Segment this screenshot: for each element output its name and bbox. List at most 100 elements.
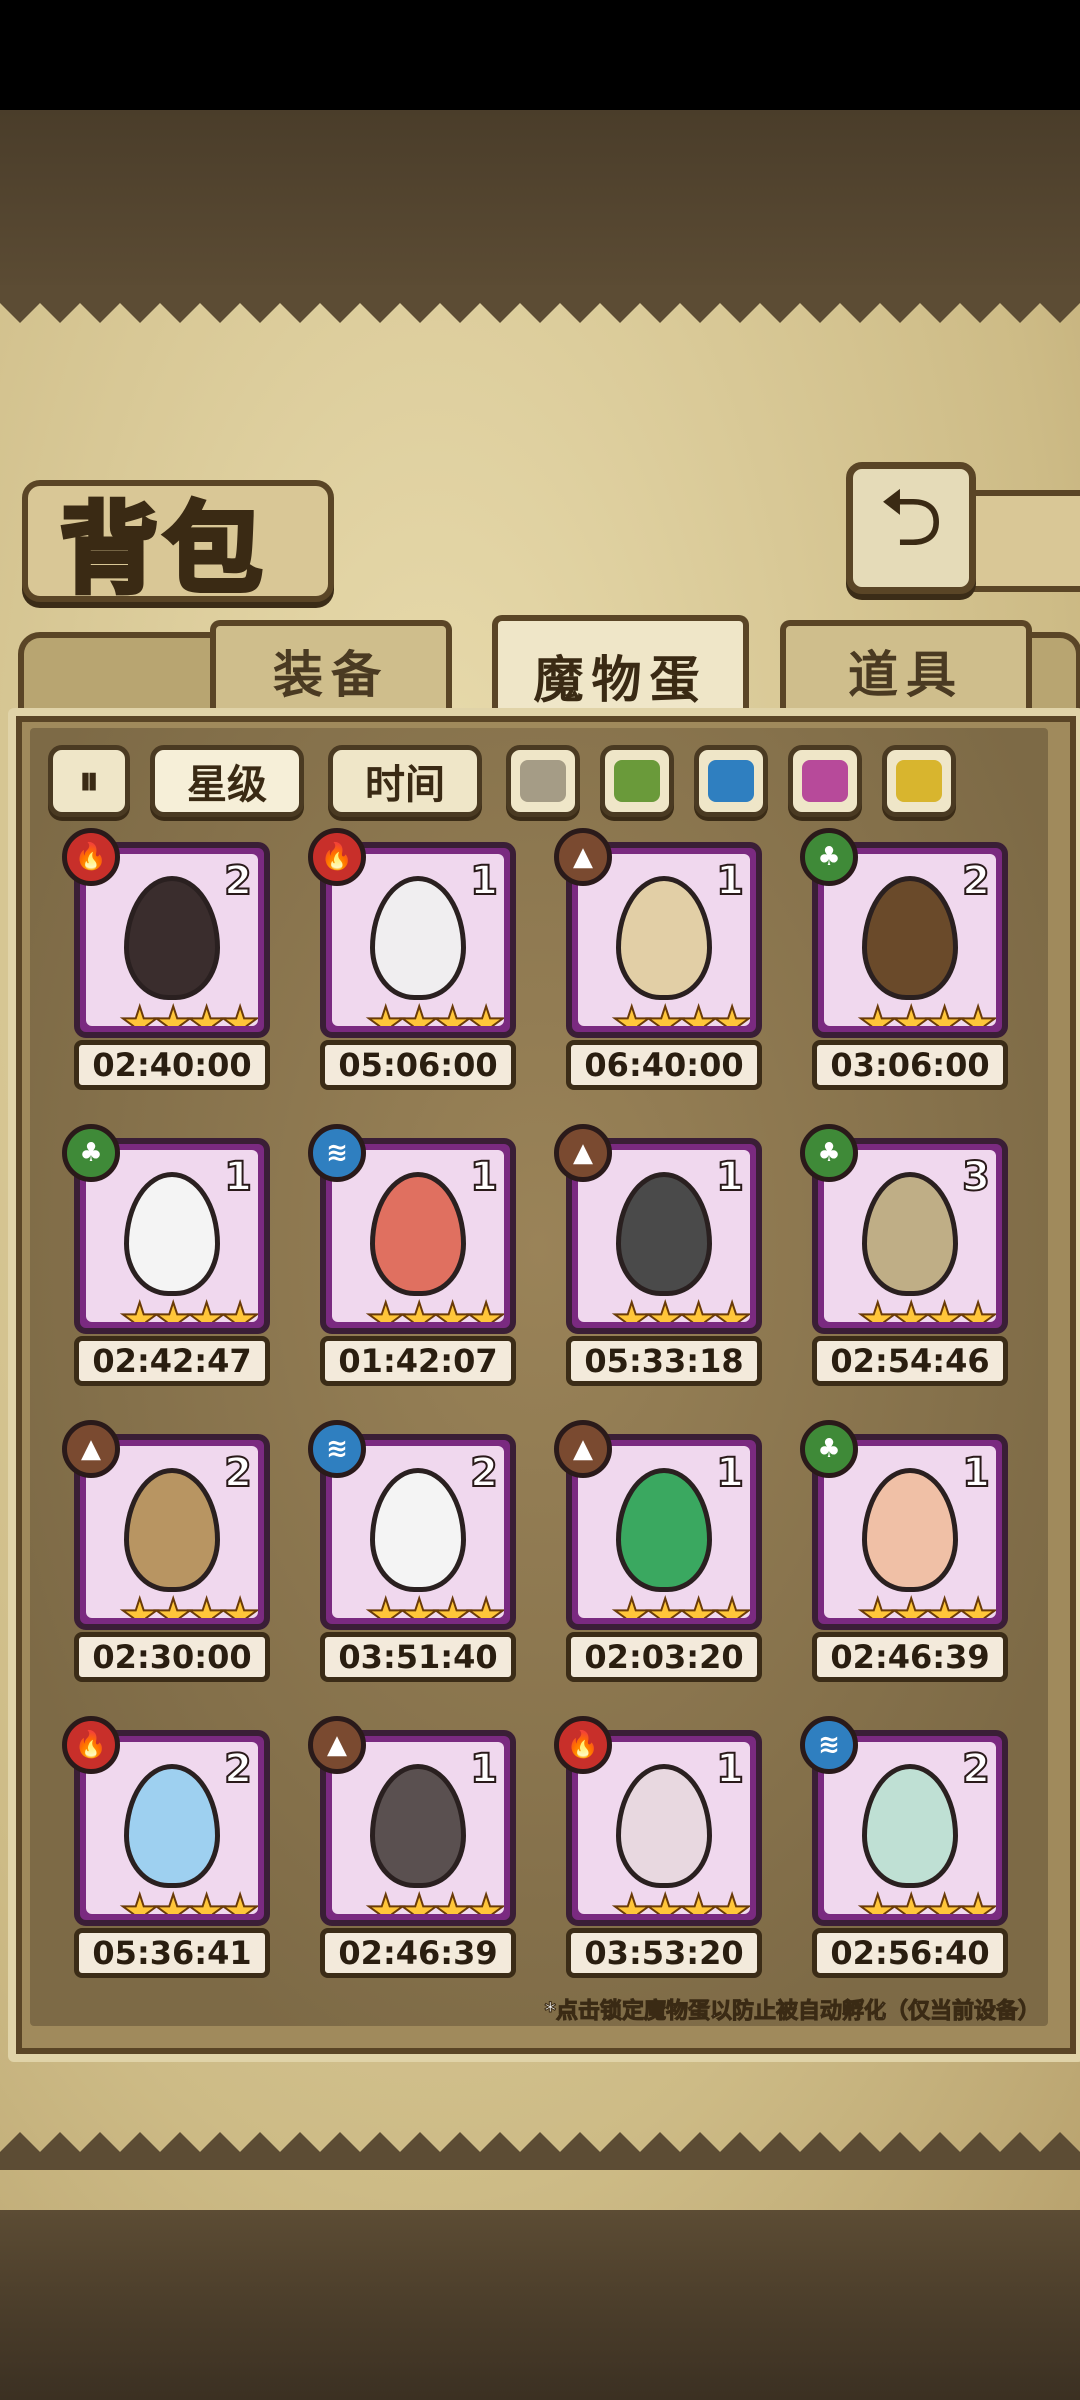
hatch-timer: 06:40:00 <box>566 1040 762 1090</box>
status-bar-area <box>0 0 1080 110</box>
star-rating: ★★★★ <box>365 997 504 1026</box>
hatch-timer: 02:40:00 <box>74 1040 270 1090</box>
egg-card[interactable]: 2 ★★★★ 🔥 05:36:41 <box>62 1716 296 1990</box>
monster-egg-icon <box>862 1172 958 1296</box>
hatch-timer: 05:33:18 <box>566 1336 762 1386</box>
egg-count: 1 <box>469 1745 499 1793</box>
sort-order-toggle-button[interactable]: ⏸ <box>48 745 130 817</box>
egg-count: 2 <box>223 1745 253 1793</box>
earth-element-icon: ▲ <box>554 1420 612 1478</box>
star-rating: ★★★★ <box>119 1293 258 1322</box>
fire-element-icon: 🔥 <box>308 828 366 886</box>
egg-card[interactable]: 2 ★★★★ ▲ 02:30:00 <box>62 1420 296 1694</box>
egg-frame-inner: 1 ★★★★ <box>578 1446 750 1618</box>
star-rating: ★★★★ <box>611 1293 750 1322</box>
star-rating: ★★★★ <box>857 1293 996 1322</box>
hatch-timer: 03:06:00 <box>812 1040 1008 1090</box>
filter-purple-button[interactable] <box>788 745 862 817</box>
wood-element-icon: ♣ <box>800 1420 858 1478</box>
egg-count: 2 <box>961 1745 991 1793</box>
egg-count: 1 <box>715 1153 745 1201</box>
egg-frame-inner: 1 ★★★★ <box>332 854 504 1026</box>
tab-bar-left-rail <box>18 632 230 718</box>
egg-count: 2 <box>223 1449 253 1497</box>
monster-egg-icon <box>862 1468 958 1592</box>
egg-count: 1 <box>469 1153 499 1201</box>
egg-card[interactable]: 1 ★★★★ 🔥 05:06:00 <box>308 828 542 1102</box>
star-rating: ★★★★ <box>611 997 750 1026</box>
egg-frame-inner: 2 ★★★★ <box>86 1742 258 1914</box>
earth-element-icon: ▲ <box>554 1124 612 1182</box>
star-rating: ★★★★ <box>119 1589 258 1618</box>
egg-frame-inner: 2 ★★★★ <box>86 1446 258 1618</box>
egg-card[interactable]: 1 ★★★★ ≋ 01:42:07 <box>308 1124 542 1398</box>
monster-egg-icon <box>862 876 958 1000</box>
water-element-icon: ≋ <box>308 1124 366 1182</box>
egg-count: 1 <box>715 857 745 905</box>
egg-card[interactable]: 1 ★★★★ 🔥 03:53:20 <box>554 1716 788 1990</box>
hatch-timer: 02:56:40 <box>812 1928 1008 1978</box>
egg-card[interactable]: 1 ★★★★ ▲ 02:46:39 <box>308 1716 542 1990</box>
star-rating: ★★★★ <box>611 1589 750 1618</box>
egg-card[interactable]: 1 ★★★★ ▲ 02:03:20 <box>554 1420 788 1694</box>
egg-count: 2 <box>469 1449 499 1497</box>
filter-gold-button[interactable] <box>882 745 956 817</box>
monster-egg-icon <box>862 1764 958 1888</box>
lock-hint-note: *点击锁定魔物蛋以防止被自动孵化（仅当前设备） <box>544 1999 1041 2025</box>
element-glyph: 🔥 <box>74 1730 108 1760</box>
hatch-timer: 02:03:20 <box>566 1632 762 1682</box>
egg-count: 1 <box>223 1153 253 1201</box>
egg-frame-inner: 1 ★★★★ <box>578 1150 750 1322</box>
element-glyph: ▲ <box>573 1434 593 1464</box>
fire-element-icon: 🔥 <box>62 828 120 886</box>
green-swatch <box>614 760 660 802</box>
hatch-timer: 02:46:39 <box>812 1632 1008 1682</box>
monster-egg-icon <box>370 1764 466 1888</box>
egg-card[interactable]: 3 ★★★★ ♣ 02:54:46 <box>800 1124 1034 1398</box>
egg-card[interactable]: 1 ★★★★ ▲ 06:40:00 <box>554 828 788 1102</box>
egg-card[interactable]: 1 ★★★★ ♣ 02:42:47 <box>62 1124 296 1398</box>
filter-green-button[interactable] <box>600 745 674 817</box>
egg-card[interactable]: 1 ★★★★ ♣ 02:46:39 <box>800 1420 1034 1694</box>
monster-egg-icon <box>124 1764 220 1888</box>
egg-card[interactable]: 1 ★★★★ ▲ 05:33:18 <box>554 1124 788 1398</box>
hatch-timer: 05:06:00 <box>320 1040 516 1090</box>
egg-card[interactable]: 2 ★★★★ ≋ 03:51:40 <box>308 1420 542 1694</box>
sort-by-time-button[interactable]: 时间 <box>328 745 482 817</box>
element-glyph: ♣ <box>79 1138 103 1168</box>
element-glyph: ▲ <box>81 1434 101 1464</box>
egg-card[interactable]: 2 ★★★★ ≋ 02:56:40 <box>800 1716 1034 1990</box>
star-rating: ★★★★ <box>365 1293 504 1322</box>
hatch-timer: 05:36:41 <box>74 1928 270 1978</box>
tab-equipment[interactable]: 装备 <box>210 620 452 716</box>
element-glyph: ▲ <box>327 1730 347 1760</box>
egg-card[interactable]: 2 ★★★★ ♣ 03:06:00 <box>800 828 1034 1102</box>
egg-frame-inner: 3 ★★★★ <box>824 1150 996 1322</box>
page-title: 背包 <box>57 490 269 610</box>
egg-frame-inner: 1 ★★★★ <box>578 1742 750 1914</box>
filter-gray-button[interactable] <box>506 745 580 817</box>
star-rating: ★★★★ <box>857 1885 996 1914</box>
egg-frame-inner: 1 ★★★★ <box>332 1742 504 1914</box>
star-rating: ★★★★ <box>365 1885 504 1914</box>
hatch-timer: 02:46:39 <box>320 1928 516 1978</box>
egg-card[interactable]: 2 ★★★★ 🔥 02:40:00 <box>62 828 296 1102</box>
top-map-strip <box>0 110 1080 295</box>
sort-by-star-button[interactable]: 星级 <box>150 745 304 817</box>
monster-egg-icon <box>370 1172 466 1296</box>
egg-count: 3 <box>961 1153 991 1201</box>
water-element-icon: ≋ <box>800 1716 858 1774</box>
hatch-timer: 01:42:07 <box>320 1336 516 1386</box>
monster-egg-icon <box>616 1172 712 1296</box>
torn-edge-bottom <box>0 2132 1080 2170</box>
egg-frame-inner: 1 ★★★★ <box>824 1446 996 1618</box>
egg-frame-inner: 2 ★★★★ <box>824 854 996 1026</box>
back-button[interactable]: ⮌ <box>846 462 976 594</box>
tab-items[interactable]: 道具 <box>780 620 1032 716</box>
element-glyph: ≋ <box>326 1138 348 1168</box>
filter-blue-button[interactable] <box>694 745 768 817</box>
egg-count: 2 <box>961 857 991 905</box>
element-glyph: 🔥 <box>566 1730 600 1760</box>
return-arrow-icon: ⮌ <box>878 471 944 564</box>
gray-swatch <box>520 760 566 802</box>
